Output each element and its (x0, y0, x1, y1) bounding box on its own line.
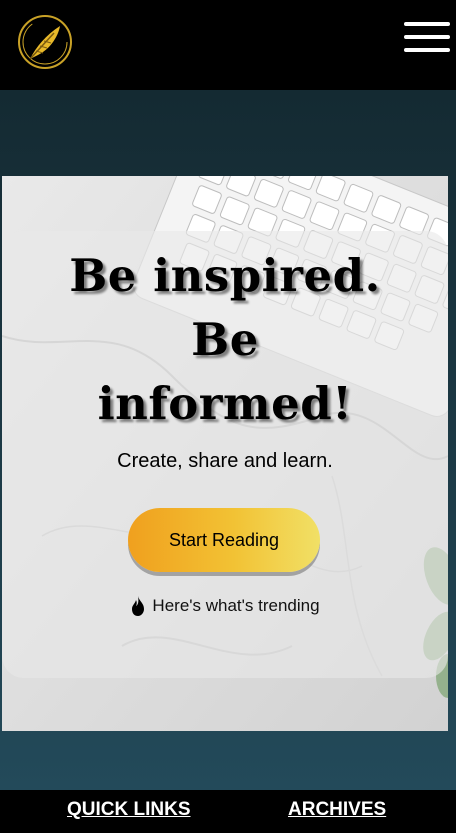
hero-headline: Be inspired. Be informed! (2, 244, 448, 436)
headline-line-1: Be inspired. (69, 249, 381, 302)
hamburger-menu-icon[interactable] (404, 22, 452, 54)
top-navigation-bar (0, 0, 456, 90)
headline-line-2: Be (191, 313, 259, 366)
feather-logo-icon[interactable] (16, 13, 74, 71)
trending-label: Here's what's trending (152, 596, 320, 615)
quick-links-link[interactable]: QUICK LINKS (67, 799, 191, 821)
archives-link[interactable]: ARCHIVES (288, 799, 386, 821)
trending-link[interactable]: Here's what's trending (2, 596, 448, 616)
hero-subtitle: Create, share and learn. (117, 450, 333, 472)
flame-icon (132, 596, 145, 616)
headline-line-3: informed! (97, 377, 353, 430)
start-reading-button[interactable]: Start Reading (128, 508, 320, 572)
